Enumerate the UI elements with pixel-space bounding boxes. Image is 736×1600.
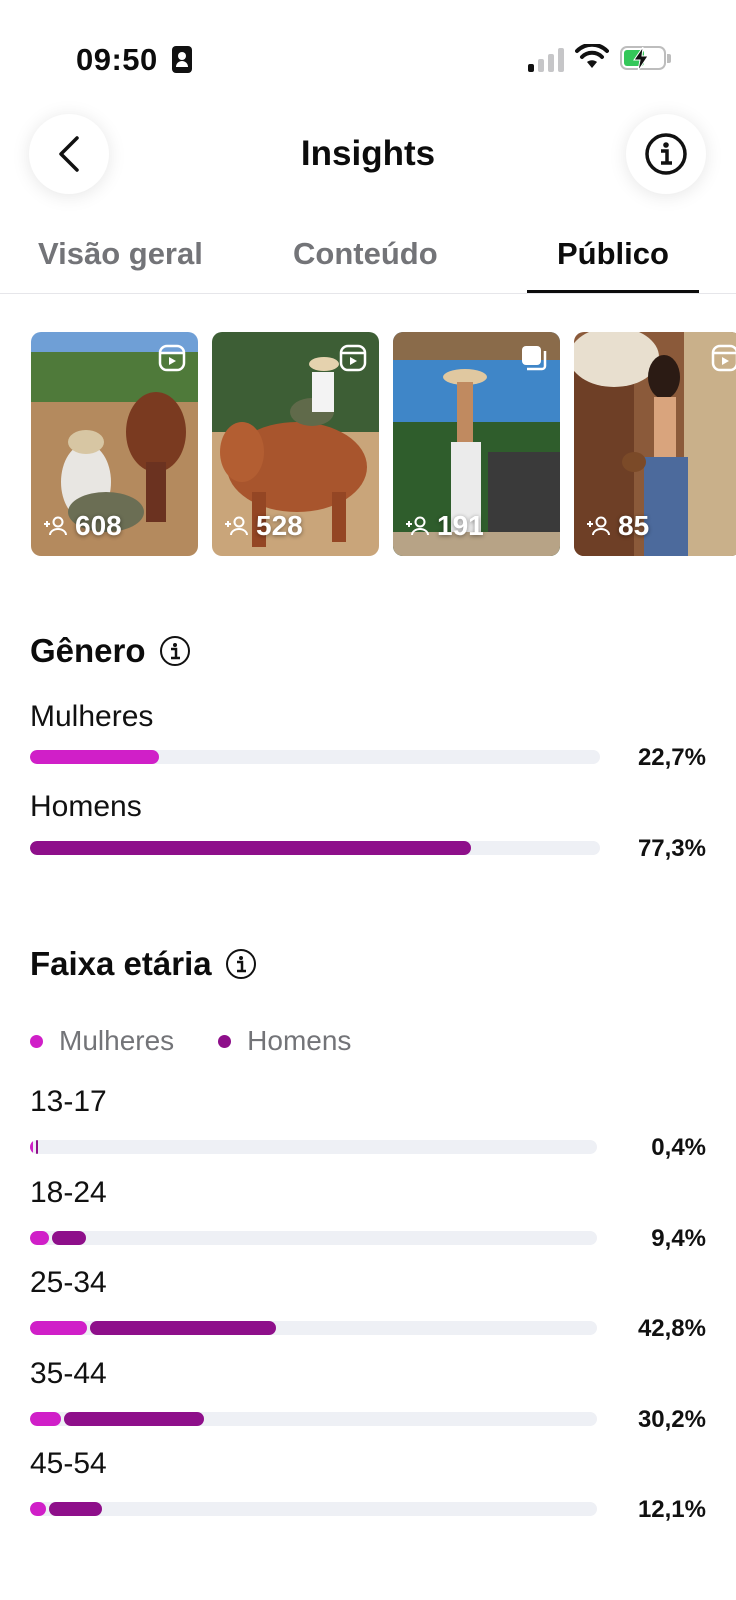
carousel-icon xyxy=(522,346,547,371)
legend-item-men: Homens xyxy=(218,1025,351,1057)
age-legend: Mulheres Homens xyxy=(30,1025,395,1057)
age-label: 18-24 xyxy=(30,1175,107,1209)
gender-label-men: Homens xyxy=(30,790,142,823)
age-fill-men xyxy=(48,1502,102,1516)
content-thumbnail-strip: 608 528 191 85 xyxy=(0,332,736,558)
age-fill-women xyxy=(30,1502,46,1516)
header: Insights xyxy=(0,110,736,200)
legend-dot-men xyxy=(218,1034,232,1048)
content-thumbnail[interactable]: 85 xyxy=(574,332,736,556)
follows-value: 85 xyxy=(618,510,650,541)
follow-icon xyxy=(587,516,610,536)
age-pct: 12,1% xyxy=(637,1496,706,1523)
info-icon xyxy=(645,133,687,175)
content-thumbnail[interactable]: 608 xyxy=(31,332,198,556)
follows-value: 608 xyxy=(75,510,122,541)
age-fill-women xyxy=(30,1411,62,1426)
gender-fill-men xyxy=(30,841,471,855)
legend-label-men: Homens xyxy=(247,1025,352,1056)
follows-value: 191 xyxy=(437,510,484,541)
follow-icon xyxy=(225,516,248,536)
status-time: 09:50 xyxy=(76,42,158,77)
tab-publico[interactable]: Público xyxy=(557,236,669,272)
reel-icon xyxy=(339,344,367,372)
age-bar-track xyxy=(30,1321,597,1335)
reel-icon xyxy=(711,344,736,372)
info-icon[interactable] xyxy=(159,636,190,666)
gender-bar-men xyxy=(30,841,600,855)
age-label: 45-54 xyxy=(30,1447,107,1480)
age-pct: 42,8% xyxy=(637,1315,706,1342)
gender-section-title: Gênero xyxy=(30,632,190,670)
age-bar-track xyxy=(30,1230,597,1245)
tab-conteudo[interactable]: Conteúdo xyxy=(293,236,438,272)
legend-item-women: Mulheres xyxy=(30,1025,174,1057)
contact-card-icon xyxy=(172,46,192,73)
age-fill-women xyxy=(30,1140,33,1154)
follows-count: 608 xyxy=(43,510,122,542)
age-fill-men xyxy=(36,1140,38,1154)
cellular-signal-icon xyxy=(528,48,564,72)
age-fill-men xyxy=(51,1230,87,1245)
gender-pct-men: 77,3% xyxy=(637,835,706,862)
gender-bar-women xyxy=(30,750,600,764)
gender-pct-women: 22,7% xyxy=(637,744,706,771)
follows-value: 528 xyxy=(256,510,303,541)
tab-active-indicator xyxy=(527,290,699,293)
age-bar-track xyxy=(30,1502,597,1516)
age-bar-track xyxy=(30,1140,597,1154)
age-fill-men xyxy=(89,1321,276,1335)
gender-label-women: Mulheres xyxy=(30,700,154,733)
info-button[interactable] xyxy=(626,114,706,194)
follows-count: 528 xyxy=(224,510,303,542)
age-pct: 9,4% xyxy=(651,1224,706,1252)
age-title: Faixa etária xyxy=(30,945,212,982)
age-fill-women xyxy=(30,1321,87,1335)
content-thumbnail[interactable]: 191 xyxy=(393,332,560,556)
legend-label-women: Mulheres xyxy=(59,1025,175,1056)
age-label: 25-34 xyxy=(30,1266,107,1299)
gender-fill-women xyxy=(30,750,160,764)
tab-visao-geral[interactable]: Visão geral xyxy=(38,236,203,272)
follows-count: 85 xyxy=(586,510,649,542)
legend-dot-women xyxy=(30,1034,43,1048)
battery-charging-icon xyxy=(620,46,671,71)
age-fill-men xyxy=(64,1411,205,1426)
wifi-icon xyxy=(575,44,609,68)
age-section-title: Faixa etária xyxy=(30,945,256,983)
age-label: 35-44 xyxy=(30,1356,107,1390)
age-fill-women xyxy=(30,1230,49,1245)
follow-icon xyxy=(406,516,429,536)
age-pct: 0,4% xyxy=(651,1134,706,1161)
age-label: 13-17 xyxy=(30,1085,107,1118)
age-bar-track xyxy=(30,1411,597,1426)
follows-count: 191 xyxy=(405,510,484,542)
reel-icon xyxy=(158,344,186,372)
tab-bar: Visão geral Conteúdo Público xyxy=(0,222,736,294)
status-bar: 09:50 xyxy=(0,0,736,110)
follow-icon xyxy=(44,516,67,536)
info-icon[interactable] xyxy=(225,949,256,979)
content-thumbnail[interactable]: 528 xyxy=(212,332,379,556)
gender-title: Gênero xyxy=(30,632,146,669)
age-pct: 30,2% xyxy=(637,1405,706,1433)
